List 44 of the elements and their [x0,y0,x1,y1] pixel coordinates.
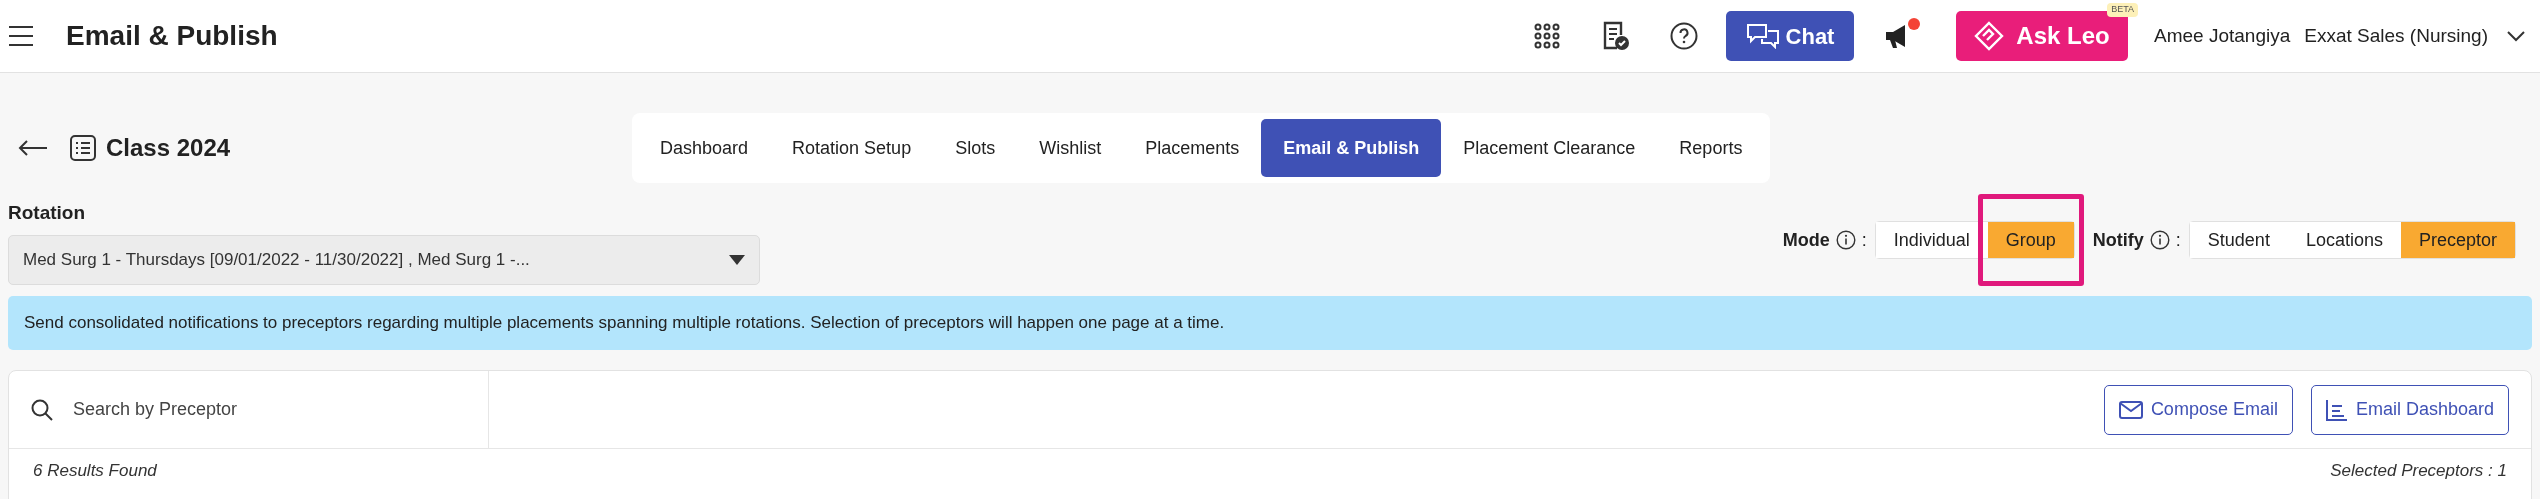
back-arrow-icon[interactable] [18,139,48,157]
apps-grid-icon[interactable] [1534,23,1560,49]
beta-badge: BETA [2107,3,2138,17]
segment-option[interactable]: Preceptor [2400,222,2515,258]
chevron-down-icon[interactable] [2506,30,2526,42]
results-count: 6 Results Found [33,460,157,483]
tab[interactable]: Placements [1123,119,1262,177]
organization-name: Exxat Sales (Nursing) [2304,23,2488,48]
tab[interactable]: Reports [1657,119,1765,177]
search-icon [31,398,53,421]
help-icon[interactable] [1670,22,1698,50]
dropdown-caret-icon [729,255,745,265]
selected-count: Selected Preceptors : 1 [2330,460,2507,483]
document-check-icon[interactable] [1602,21,1630,51]
segment-option[interactable]: Group [1987,222,2074,258]
tab[interactable]: Email & Publish [1261,119,1442,177]
compose-email-button[interactable]: Compose Email [2103,384,2293,435]
group-label: Mode [1782,228,1830,252]
class-title: Class 2024 [106,133,231,163]
tab[interactable]: Slots [933,119,1018,177]
menu-icon[interactable] [8,25,34,47]
tab[interactable]: Rotation Setup [770,119,934,177]
envelope-icon [2118,400,2143,419]
user-name: Amee Jotangiya [2154,23,2291,48]
chat-button[interactable]: Chat [1726,11,1854,61]
rotation-label: Rotation [8,200,87,225]
tab[interactable]: Dashboard [638,119,771,177]
info-banner: Send consolidated notifications to preceptors regarding multiple placements spanning multiple rotations. Selection of preceptors will happen one page at a time. [8,296,2532,350]
leo-logo-icon [1974,21,2005,51]
chat-bubbles-icon [1745,23,1780,49]
chart-lines-icon [2325,398,2348,421]
group-label: Notify [2092,228,2144,252]
ask-leo-button[interactable]: Ask Leo [1956,11,2128,61]
list-icon [70,135,96,161]
tab[interactable]: Wishlist [1017,119,1124,177]
separator-colon: : [1861,228,1867,252]
info-icon [1835,230,1856,250]
page-title: Email & Publish [66,19,278,53]
search-field[interactable]: Search by Preceptor [73,396,466,423]
separator-colon: : [2175,228,2181,252]
info-icon [2149,230,2170,250]
rotation-dropdown[interactable]: Med Surg 1 - Thursdays [09/01/2022 - 11/30/2022] , Med Surg 1 -... [8,235,760,285]
tab[interactable]: Placement Clearance [1441,119,1658,177]
email-dashboard-button[interactable]: Email Dashboard [2310,384,2509,435]
